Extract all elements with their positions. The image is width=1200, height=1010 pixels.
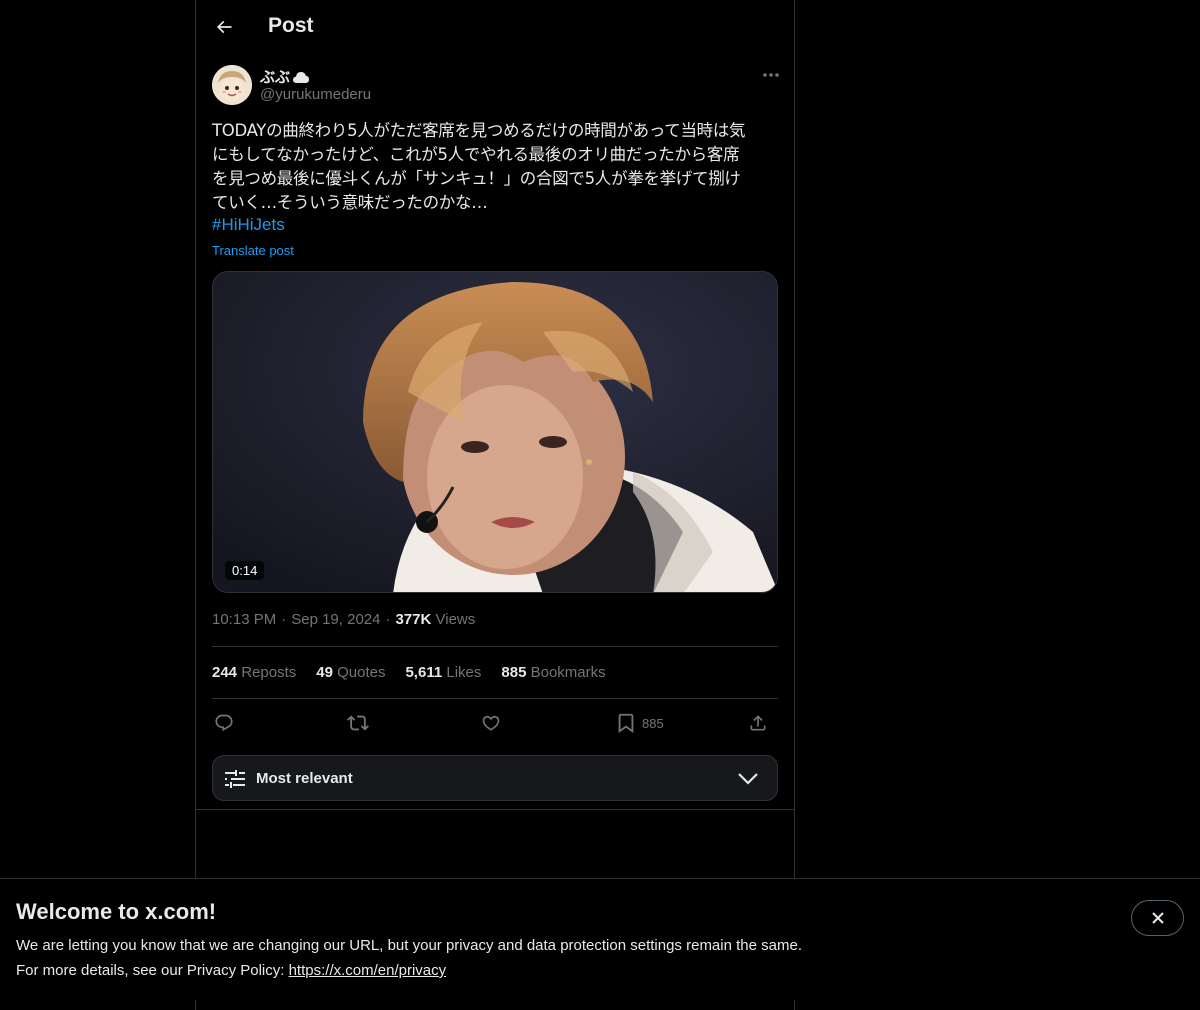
display-name-text: ぶぶ	[260, 69, 291, 86]
bookmarks-label: Bookmarks	[530, 664, 606, 681]
bookmark-action-count: 885	[642, 715, 664, 731]
sort-label: Most relevant	[256, 770, 353, 787]
meta-separator: ·	[385, 611, 391, 628]
share-button[interactable]	[748, 707, 768, 739]
views-count: 377K	[395, 611, 432, 628]
chevron-down-icon	[738, 773, 758, 785]
url-change-banner: Welcome to x.com! We are letting you kno…	[0, 878, 1200, 1000]
heart-icon	[482, 715, 500, 731]
sort-replies-dropdown[interactable]: Most relevant	[212, 755, 778, 801]
bookmark-button[interactable]: 885	[615, 707, 664, 739]
sliders-icon	[225, 770, 245, 788]
back-button[interactable]	[208, 11, 240, 43]
reposts-count: 244	[212, 664, 238, 681]
author-handle[interactable]: @yurukumederu	[260, 86, 371, 103]
reply-icon	[215, 714, 233, 732]
share-icon	[750, 715, 766, 731]
page-title: Post	[268, 14, 314, 37]
post-text-line: ていく…そういう意味だったのかな…	[212, 193, 488, 212]
video-thumbnail	[213, 272, 777, 592]
banner-title: Welcome to x.com!	[16, 899, 217, 924]
close-icon	[1151, 912, 1164, 924]
hashtag-link[interactable]: #HiHiJets	[212, 215, 285, 235]
divider	[212, 698, 778, 699]
reposts-stat[interactable]: 244 Reposts	[212, 664, 296, 681]
arrow-left-icon	[216, 20, 232, 34]
post-time[interactable]: 10:13 PM	[212, 611, 276, 628]
post-meta: 10:13 PM · Sep 19, 2024 · 377K Views	[212, 611, 475, 628]
like-button[interactable]	[481, 707, 501, 739]
repost-button[interactable]	[347, 707, 369, 739]
post-text-line: にもしてなかったけど、これが5人でやれる最後のオリ曲だったから客席	[212, 145, 740, 164]
reposts-label: Reposts	[241, 664, 297, 681]
avatar-image	[212, 65, 252, 105]
banner-message: We are letting you know that we are chan…	[16, 937, 802, 954]
translate-post-link[interactable]: Translate post	[212, 243, 294, 258]
quotes-count: 49	[316, 664, 333, 681]
reply-button[interactable]	[214, 707, 234, 739]
post-text-line: TODAYの曲終わり5人がただ客席を見つめるだけの時間があって当時は気	[212, 121, 746, 140]
bookmarks-count: 885	[501, 664, 527, 681]
video-player[interactable]: 0:14	[212, 271, 778, 593]
post-text: TODAYの曲終わり5人がただ客席を見つめるだけの時間があって当時は気 にもして…	[212, 119, 778, 215]
divider	[196, 809, 794, 810]
main-column: Post ぶぶ @yurukumederu TODAYの曲終わり5人がただ客席を…	[195, 0, 795, 1010]
post-stats: 244 Reposts 49 Quotes 5,611 Likes 885 Bo…	[212, 664, 606, 681]
avatar[interactable]	[212, 65, 252, 105]
privacy-policy-link[interactable]: https://x.com/en/privacy	[289, 962, 447, 979]
author-display-name[interactable]: ぶぶ	[260, 66, 310, 88]
divider	[212, 646, 778, 647]
likes-label: Likes	[446, 664, 482, 681]
post-date[interactable]: Sep 19, 2024	[291, 611, 380, 628]
quotes-stat[interactable]: 49 Quotes	[316, 664, 385, 681]
likes-count: 5,611	[405, 664, 443, 681]
quotes-label: Quotes	[337, 664, 386, 681]
likes-stat[interactable]: 5,611 Likes	[405, 664, 481, 681]
close-banner-button[interactable]	[1131, 900, 1184, 936]
more-icon	[763, 73, 779, 77]
post-actions: 885	[212, 707, 778, 739]
banner-privacy-line: For more details, see our Privacy Policy…	[16, 962, 446, 979]
views-label: Views	[435, 611, 476, 628]
repost-icon	[347, 715, 369, 731]
page-header: Post	[196, 0, 794, 54]
banner-privacy-prefix: For more details, see our Privacy Policy…	[16, 962, 289, 979]
bookmark-icon	[618, 713, 634, 734]
video-duration: 0:14	[225, 561, 265, 580]
more-options-button[interactable]	[758, 64, 784, 86]
bookmarks-stat[interactable]: 885 Bookmarks	[501, 664, 605, 681]
post-text-line: を見つめ最後に優斗くんが「サンキュ！」の合図で5人が拳を挙げて捌け	[212, 169, 741, 188]
meta-separator: ·	[281, 611, 287, 628]
